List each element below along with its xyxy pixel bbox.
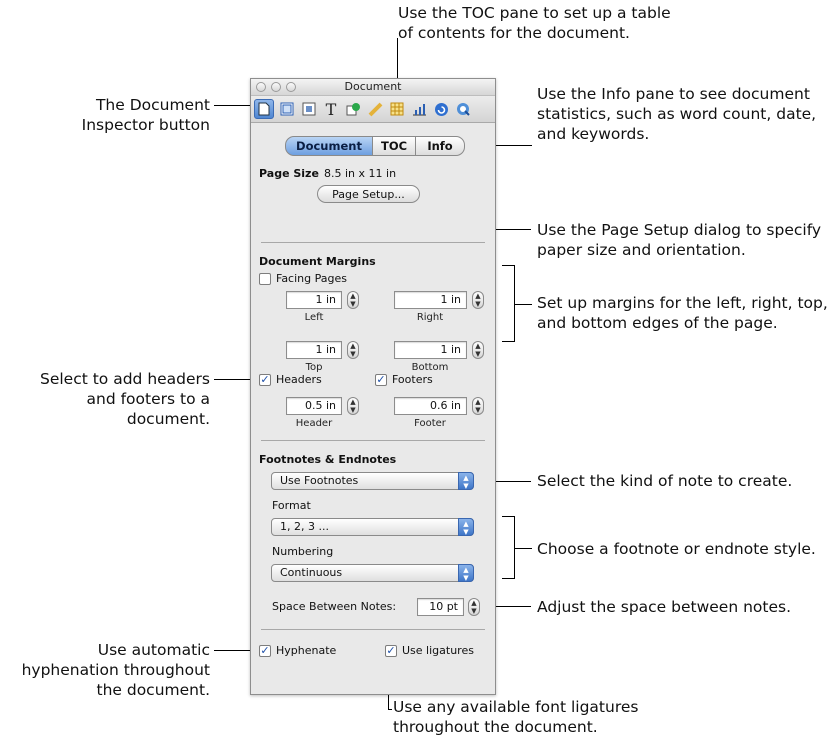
footer-margin-stepper[interactable]: ▲ ▼	[472, 397, 484, 415]
chart-inspector-icon[interactable]	[409, 99, 429, 119]
left-margin-stepper[interactable]: ▲ ▼	[347, 291, 359, 309]
hyphenate-checkbox[interactable]: ✓	[259, 645, 271, 657]
facing-pages-checkbox[interactable]	[259, 273, 271, 285]
margins-callout: Set up margins for the left, right, top,…	[537, 294, 828, 332]
space-between-notes-label: Space Between Notes:	[272, 600, 397, 613]
divider	[261, 629, 485, 630]
numbering-value: Continuous	[280, 566, 343, 579]
format-label: Format	[272, 499, 311, 512]
popup-arrows-icon: ▲ ▼	[458, 564, 474, 582]
bottom-margin-stepper[interactable]: ▲ ▼	[472, 341, 484, 359]
page-size-value: 8.5 in x 11 in	[324, 167, 397, 180]
header-margin-stepper[interactable]: ▲ ▼	[347, 397, 359, 415]
bottom-margin-field[interactable]: 1 in	[394, 341, 467, 359]
header-margin-field[interactable]: 0.5 in	[286, 397, 342, 415]
note-kind-callout: Select the kind of note to create.	[537, 472, 793, 490]
format-popup[interactable]: 1, 2, 3 ... ▲ ▼	[271, 518, 474, 536]
layout-inspector-icon[interactable]	[277, 99, 297, 119]
note-style-callout: Choose a footnote or endnote style.	[537, 540, 816, 558]
toc-callout: Use the TOC pane to set up a table of co…	[398, 4, 671, 42]
space-between-notes-stepper[interactable]: ▲ ▼	[468, 598, 480, 616]
note-type-value: Use Footnotes	[280, 474, 359, 487]
left-margin-label: Left	[304, 312, 324, 323]
document-inspector-window: Document T Document TOC Info Page Size 8…	[250, 78, 496, 695]
text-inspector-icon[interactable]: T	[321, 99, 341, 119]
tab-toc[interactable]: TOC	[372, 136, 416, 156]
tab-document[interactable]: Document	[285, 136, 373, 156]
facing-pages-label: Facing Pages	[276, 272, 347, 285]
top-margin-stepper[interactable]: ▲ ▼	[347, 341, 359, 359]
footer-margin-field[interactable]: 0.6 in	[394, 397, 467, 415]
divider	[261, 440, 485, 441]
popup-arrows-icon: ▲ ▼	[458, 518, 474, 536]
headers-label: Headers	[276, 373, 322, 386]
ligatures-callout: Use any available font ligatures through…	[393, 698, 639, 736]
headers-checkbox[interactable]: ✓	[259, 374, 271, 386]
space-between-notes-field[interactable]: 10 pt	[417, 598, 464, 616]
document-margins-heading: Document Margins	[259, 255, 376, 268]
note-style-bracket-top	[502, 516, 515, 517]
ligatures-leader-foot	[388, 709, 392, 710]
page-size-label: Page Size	[259, 167, 319, 180]
page-setup-button[interactable]: Page Setup...	[317, 185, 420, 203]
bottom-margin-label: Bottom	[411, 362, 449, 373]
top-margin-label: Top	[305, 362, 323, 373]
margins-bracket-leader	[514, 304, 532, 305]
header-label: Header	[295, 418, 333, 429]
note-type-popup[interactable]: Use Footnotes ▲ ▼	[271, 472, 474, 490]
top-margin-field[interactable]: 1 in	[286, 341, 342, 359]
divider	[261, 242, 485, 243]
metrics-inspector-icon[interactable]	[365, 99, 385, 119]
right-margin-label: Right	[416, 312, 444, 323]
link-inspector-icon[interactable]	[431, 99, 451, 119]
graphic-inspector-icon[interactable]	[343, 99, 363, 119]
right-margin-field[interactable]: 1 in	[394, 291, 467, 309]
use-ligatures-label: Use ligatures	[402, 644, 474, 657]
document-inspector-icon[interactable]	[254, 99, 274, 119]
footers-checkbox[interactable]: ✓	[375, 374, 387, 386]
table-inspector-icon[interactable]	[387, 99, 407, 119]
page-setup-callout: Use the Page Setup dialog to specify pap…	[537, 221, 822, 259]
numbering-label: Numbering	[272, 545, 334, 558]
footers-label: Footers	[392, 373, 433, 386]
use-ligatures-checkbox[interactable]: ✓	[385, 645, 397, 657]
hyphenate-label: Hyphenate	[276, 644, 337, 657]
spacing-callout: Adjust the space between notes.	[537, 598, 792, 616]
margins-bracket-top	[502, 265, 515, 266]
hyphenation-callout: Use automatic hyphenation throughout the…	[21, 641, 210, 699]
margins-bracket-bottom	[502, 341, 515, 342]
popup-arrows-icon: ▲ ▼	[458, 472, 474, 490]
title-bar[interactable]: Document	[251, 79, 495, 96]
info-callout: Use the Info pane to see document statis…	[537, 85, 817, 143]
footnotes-heading: Footnotes & Endnotes	[259, 453, 397, 466]
quicktime-inspector-icon[interactable]	[453, 99, 473, 119]
tab-info[interactable]: Info	[415, 136, 465, 156]
window-title: Document	[344, 80, 402, 93]
headers-callout: Select to add headers and footers to a d…	[39, 370, 210, 428]
inspector-toolbar: T	[251, 96, 495, 123]
footer-label: Footer	[414, 418, 446, 429]
left-margin-field[interactable]: 1 in	[286, 291, 342, 309]
wrap-inspector-icon[interactable]	[299, 99, 319, 119]
format-value: 1, 2, 3 ...	[280, 520, 329, 533]
note-style-bracket-bottom	[502, 578, 515, 579]
document-inspector-callout: The Document Inspector button	[81, 96, 210, 134]
right-margin-stepper[interactable]: ▲ ▼	[472, 291, 484, 309]
note-style-bracket-leader	[514, 548, 532, 549]
numbering-popup[interactable]: Continuous ▲ ▼	[271, 564, 474, 582]
